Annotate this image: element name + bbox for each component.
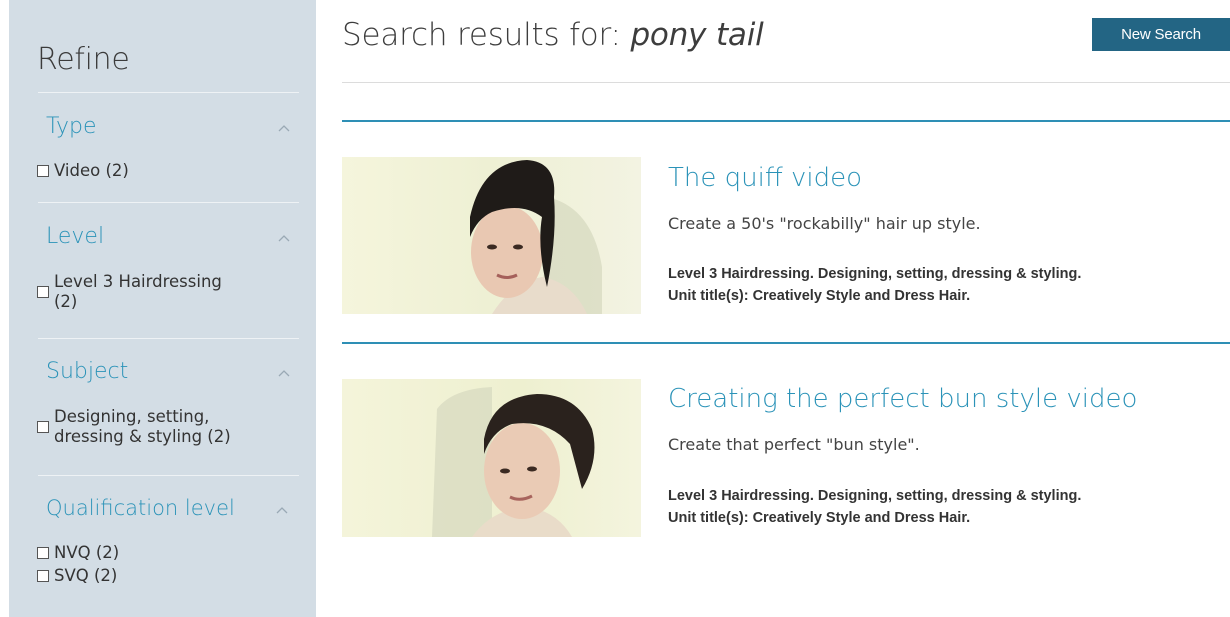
new-search-button[interactable]: New Search xyxy=(1092,18,1230,51)
result-meta: Level 3 Hairdressing. Designing, setting… xyxy=(668,263,1081,307)
search-query: pony tail xyxy=(630,17,764,53)
result-meta-unit: Unit title(s): Creatively Style and Dres… xyxy=(668,510,971,526)
result-title[interactable]: The quiff video xyxy=(668,163,862,193)
filter-option-label-cont: dressing & styling (2) xyxy=(54,427,231,446)
checkbox-icon[interactable] xyxy=(37,165,49,177)
result-meta: Level 3 Hairdressing. Designing, setting… xyxy=(668,485,1081,529)
header-divider xyxy=(342,82,1230,83)
divider xyxy=(38,338,299,339)
chevron-up-icon[interactable] xyxy=(278,124,290,132)
chevron-up-icon[interactable] xyxy=(278,369,290,377)
checkbox-icon[interactable] xyxy=(37,547,49,559)
filter-option-video[interactable]: Video (2) xyxy=(37,161,129,181)
filter-option-designing-setting[interactable]: Designing, setting, dressing & styling (… xyxy=(37,407,231,447)
filter-heading-subject[interactable]: Subject xyxy=(46,359,128,384)
result-meta-unit: Unit title(s): Creatively Style and Dres… xyxy=(668,288,971,304)
filter-option-svq[interactable]: SVQ (2) xyxy=(37,566,117,586)
search-results-heading: Search results for: pony tail xyxy=(342,17,764,53)
checkbox-icon[interactable] xyxy=(37,286,49,298)
checkbox-icon[interactable] xyxy=(37,570,49,582)
search-results-prefix: Search results for: xyxy=(342,17,621,53)
result-meta-level: Level 3 Hairdressing. Designing, setting… xyxy=(668,266,1082,282)
divider xyxy=(38,202,299,203)
refine-sidebar: Refine Type Video (2) Level Level 3 Hair… xyxy=(9,0,316,617)
result-description: Create that perfect "bun style". xyxy=(668,435,920,454)
divider xyxy=(38,475,299,476)
chevron-up-icon[interactable] xyxy=(278,234,290,242)
filter-option-label: SVQ (2) xyxy=(54,566,118,585)
filter-option-label: NVQ (2) xyxy=(54,543,120,562)
checkbox-icon[interactable] xyxy=(37,421,49,433)
result-title[interactable]: Creating the perfect bun style video xyxy=(668,384,1137,414)
refine-title: Refine xyxy=(37,42,130,77)
result-divider xyxy=(342,120,1230,122)
filter-option-label: Level 3 Hairdressing xyxy=(54,272,222,291)
result-description: Create a 50's "rockabilly" hair up style… xyxy=(668,214,981,233)
filter-heading-level[interactable]: Level xyxy=(46,224,104,249)
filter-option-label: Video (2) xyxy=(54,161,129,180)
divider xyxy=(38,92,299,93)
result-thumbnail-bun[interactable] xyxy=(342,379,641,537)
filter-heading-type[interactable]: Type xyxy=(46,114,97,139)
result-thumbnail-quiff[interactable] xyxy=(342,157,641,314)
filter-heading-qualification-level[interactable]: Qualification level xyxy=(46,496,235,520)
filter-option-nvq[interactable]: NVQ (2) xyxy=(37,543,119,563)
result-meta-level: Level 3 Hairdressing. Designing, setting… xyxy=(668,488,1082,504)
filter-option-label: Designing, setting, xyxy=(54,407,210,426)
chevron-up-icon[interactable] xyxy=(276,506,288,514)
filter-option-level-3-hairdressing[interactable]: Level 3 Hairdressing (2) xyxy=(37,272,222,312)
result-divider xyxy=(342,342,1230,344)
filter-option-label-cont: (2) xyxy=(54,292,78,311)
